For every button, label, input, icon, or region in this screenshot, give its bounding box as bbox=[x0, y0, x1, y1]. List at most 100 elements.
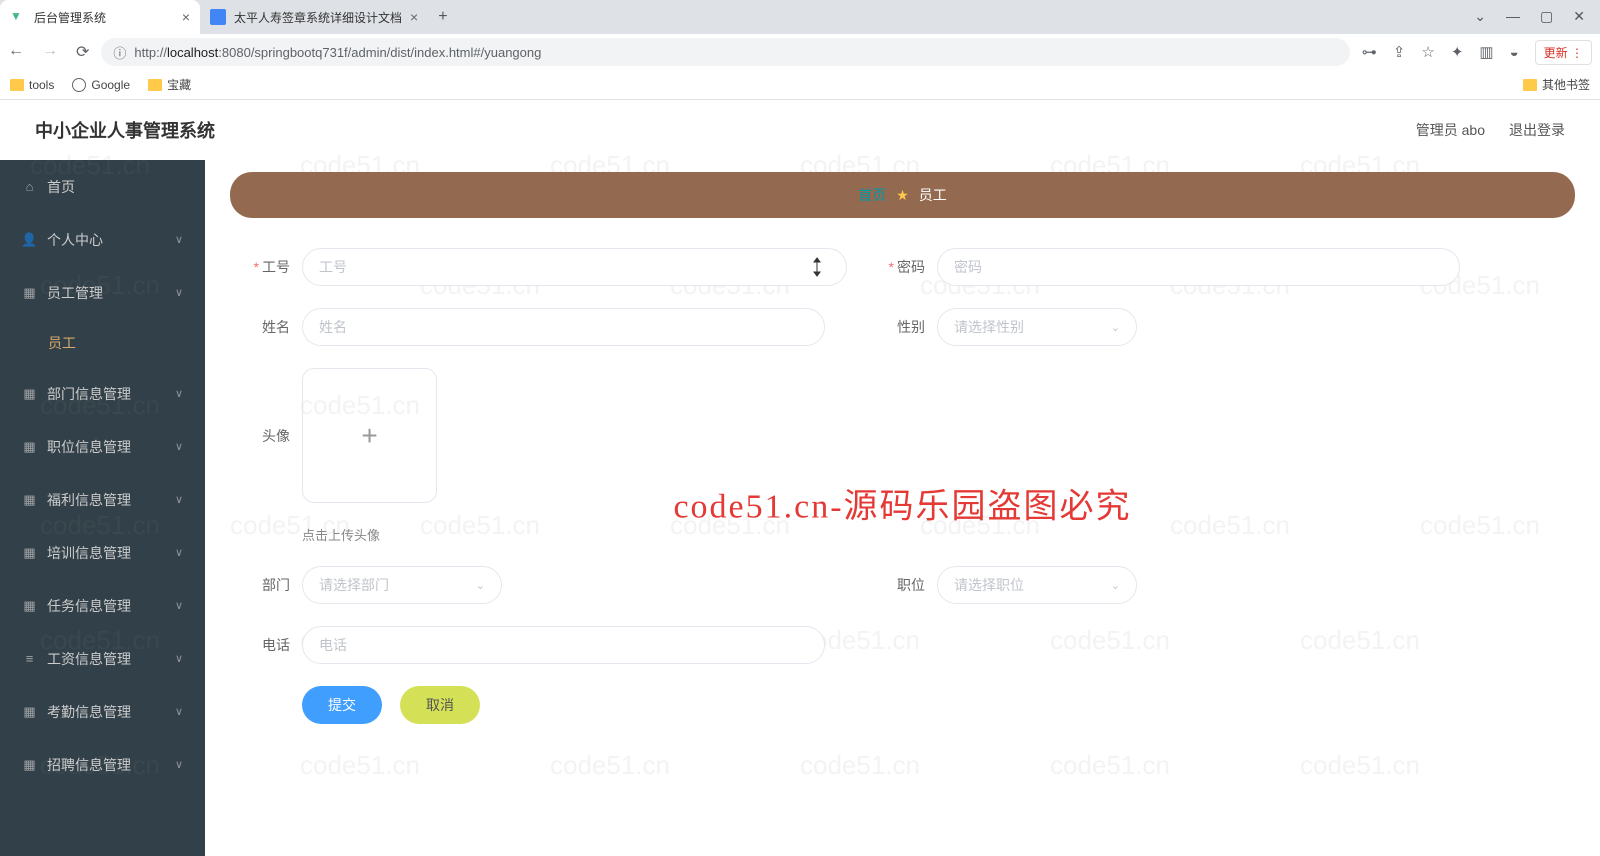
grid-icon: ▦ bbox=[22, 704, 37, 719]
tabs-row: ▼ 后台管理系统 × 太平人寿签章系统详细设计文档 × + bbox=[0, 0, 1600, 34]
chevron-down-icon: ∨ bbox=[175, 705, 183, 718]
xingbie-select[interactable]: 请选择性别⌄ bbox=[937, 308, 1137, 346]
sidebar-item-profile[interactable]: 👤个人中心∨ bbox=[0, 213, 205, 266]
tab-doc[interactable]: 太平人寿签章系统详细设计文档 × bbox=[200, 0, 428, 34]
key-icon[interactable]: ⊶ bbox=[1362, 43, 1377, 61]
grid-icon: ▦ bbox=[22, 439, 37, 454]
down-chevron-icon[interactable]: ⌄ bbox=[1474, 8, 1486, 25]
app-header: 中小企业人事管理系统 管理员 abo 退出登录 bbox=[0, 100, 1600, 160]
bookmark-baozang[interactable]: 宝藏 bbox=[148, 76, 191, 93]
panel-icon[interactable]: ▥ bbox=[1479, 43, 1493, 61]
app-title: 中小企业人事管理系统 bbox=[35, 117, 215, 143]
other-bookmarks[interactable]: 其他书签 bbox=[1523, 76, 1590, 93]
grid-icon: ▦ bbox=[22, 598, 37, 613]
maximize-icon[interactable]: ▢ bbox=[1540, 8, 1553, 25]
mima-input[interactable] bbox=[937, 248, 1460, 286]
upload-hint: 点击上传头像 bbox=[302, 525, 1460, 544]
chevron-down-icon: ∨ bbox=[175, 440, 183, 453]
header-right: 管理员 abo 退出登录 bbox=[1416, 120, 1565, 140]
form-item-bumen: 部门 请选择部门⌄ bbox=[230, 566, 825, 604]
close-window-icon[interactable]: ✕ bbox=[1573, 8, 1585, 25]
form-item-zhiwei: 职位 请选择职位⌄ bbox=[865, 566, 1460, 604]
form-actions: 提交 取消 bbox=[302, 686, 1460, 724]
chevron-down-icon: ∨ bbox=[175, 493, 183, 506]
chevron-down-icon: ∨ bbox=[175, 286, 183, 299]
label-zhiwei: 职位 bbox=[865, 575, 925, 595]
extension-icon[interactable]: ✦ bbox=[1451, 43, 1464, 61]
gonghao-input[interactable] bbox=[302, 248, 847, 286]
grid-icon: ▦ bbox=[22, 757, 37, 772]
folder-icon bbox=[1523, 79, 1537, 91]
zhiwei-select[interactable]: 请选择职位⌄ bbox=[937, 566, 1137, 604]
user-icon: 👤 bbox=[22, 232, 37, 247]
submit-button[interactable]: 提交 bbox=[302, 686, 382, 724]
sidebar-item-task[interactable]: ▦任务信息管理∨ bbox=[0, 579, 205, 632]
close-icon[interactable]: × bbox=[182, 9, 190, 25]
label-gonghao: *工号 bbox=[230, 257, 290, 277]
profile-icon[interactable]: ◒ bbox=[1510, 44, 1519, 61]
tab-title: 后台管理系统 bbox=[34, 9, 106, 26]
form-item-xingming: 姓名 bbox=[230, 308, 825, 346]
tab-favicon: ▼ bbox=[10, 9, 26, 25]
sidebar: ⌂首页 👤个人中心∨ ▦员工管理∨ 员工 ▦部门信息管理∨ ▦职位信息管理∨ ▦… bbox=[0, 160, 205, 856]
bookmark-google[interactable]: Google bbox=[72, 78, 130, 92]
sidebar-item-attendance[interactable]: ▦考勤信息管理∨ bbox=[0, 685, 205, 738]
chevron-down-icon: ∨ bbox=[175, 652, 183, 665]
url-bar[interactable]: ⓘ http://localhost:8080/springbootq731f/… bbox=[101, 38, 1349, 66]
forward-icon[interactable]: → bbox=[42, 42, 58, 62]
label-dianhua: 电话 bbox=[230, 635, 290, 655]
sidebar-item-training[interactable]: ▦培训信息管理∨ bbox=[0, 526, 205, 579]
sidebar-item-salary[interactable]: ≡工资信息管理∨ bbox=[0, 632, 205, 685]
sidebar-item-employee[interactable]: ▦员工管理∨ bbox=[0, 266, 205, 319]
sidebar-item-position[interactable]: ▦职位信息管理∨ bbox=[0, 420, 205, 473]
update-button[interactable]: 更新 ⋮ bbox=[1535, 40, 1592, 65]
breadcrumb-home[interactable]: 首页 bbox=[858, 185, 886, 205]
minimize-icon[interactable]: — bbox=[1506, 8, 1520, 25]
dianhua-input[interactable] bbox=[302, 626, 825, 664]
main-content: 首页 ★ 员工 code51.cn-源码乐园盗图必究 *工号 *密码 姓名 bbox=[205, 160, 1600, 856]
plus-icon: + bbox=[361, 420, 377, 452]
bookmarks-bar: tools Google 宝藏 其他书签 bbox=[0, 70, 1600, 100]
bumen-select[interactable]: 请选择部门⌄ bbox=[302, 566, 502, 604]
chevron-down-icon: ∨ bbox=[175, 546, 183, 559]
chevron-down-icon: ∨ bbox=[175, 599, 183, 612]
bookmark-tools[interactable]: tools bbox=[10, 78, 54, 92]
avatar-upload[interactable]: + bbox=[302, 368, 437, 503]
star-icon[interactable]: ☆ bbox=[1421, 43, 1434, 61]
tab-admin[interactable]: ▼ 后台管理系统 × bbox=[0, 0, 200, 34]
chevron-down-icon: ∨ bbox=[175, 758, 183, 771]
form-item-touxiang: 头像 + bbox=[230, 368, 437, 503]
sidebar-subitem-employee[interactable]: 员工 bbox=[0, 319, 205, 367]
label-xingming: 姓名 bbox=[230, 317, 290, 337]
home-icon: ⌂ bbox=[22, 179, 37, 194]
label-bumen: 部门 bbox=[230, 575, 290, 595]
form-item-dianhua: 电话 bbox=[230, 626, 825, 664]
info-icon[interactable]: ⓘ bbox=[113, 43, 126, 62]
form-item-xingbie: 性别 请选择性别⌄ bbox=[865, 308, 1460, 346]
breadcrumb: 首页 ★ 员工 bbox=[230, 172, 1575, 218]
globe-icon bbox=[72, 78, 86, 92]
browser-chrome: ⌄ — ▢ ✕ ▼ 后台管理系统 × 太平人寿签章系统详细设计文档 × + ← … bbox=[0, 0, 1600, 100]
logout-link[interactable]: 退出登录 bbox=[1509, 120, 1565, 140]
close-icon[interactable]: × bbox=[410, 9, 418, 25]
reload-icon[interactable]: ⟳ bbox=[76, 42, 89, 62]
chevron-down-icon: ∨ bbox=[175, 233, 183, 246]
sidebar-item-recruit[interactable]: ▦招聘信息管理∨ bbox=[0, 738, 205, 791]
list-icon: ≡ bbox=[22, 651, 37, 666]
url-text: http://localhost:8080/springbootq731f/ad… bbox=[134, 45, 541, 60]
back-icon[interactable]: ← bbox=[8, 42, 24, 62]
label-touxiang: 头像 bbox=[230, 426, 290, 446]
sidebar-item-welfare[interactable]: ▦福利信息管理∨ bbox=[0, 473, 205, 526]
share-icon[interactable]: ⇪ bbox=[1393, 43, 1406, 61]
chevron-down-icon: ∨ bbox=[175, 387, 183, 400]
xingming-input[interactable] bbox=[302, 308, 825, 346]
tab-title: 太平人寿签章系统详细设计文档 bbox=[234, 9, 402, 26]
sidebar-item-home[interactable]: ⌂首页 bbox=[0, 160, 205, 213]
sidebar-item-dept[interactable]: ▦部门信息管理∨ bbox=[0, 367, 205, 420]
new-tab-button[interactable]: + bbox=[428, 8, 457, 26]
cancel-button[interactable]: 取消 bbox=[400, 686, 480, 724]
breadcrumb-current: 员工 bbox=[919, 185, 947, 205]
grid-icon: ▦ bbox=[22, 285, 37, 300]
window-controls: ⌄ — ▢ ✕ bbox=[1459, 0, 1600, 33]
admin-label[interactable]: 管理员 abo bbox=[1416, 120, 1485, 140]
